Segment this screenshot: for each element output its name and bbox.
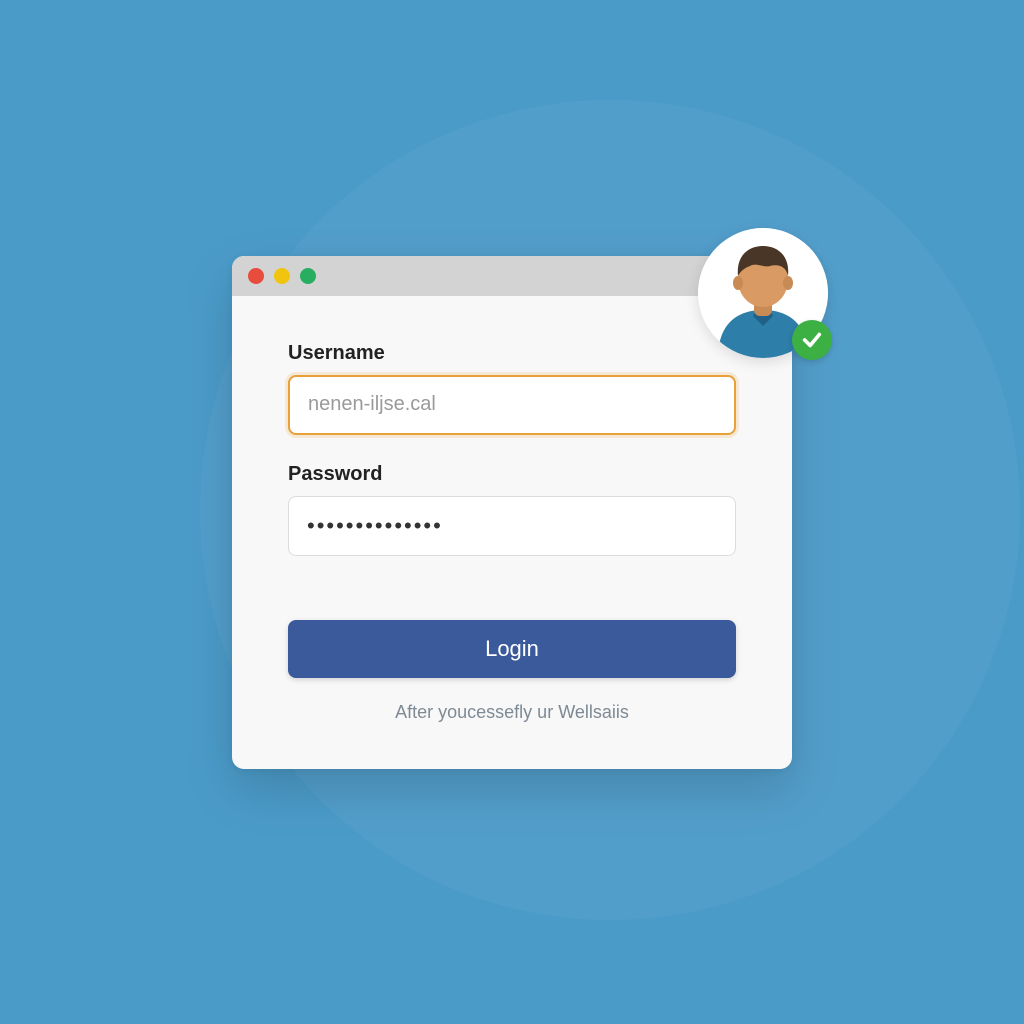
minimize-icon[interactable] [274,268,290,284]
password-field-group: Password •••••••••••••• [288,463,736,556]
maximize-icon[interactable] [300,268,316,284]
username-input[interactable] [288,375,736,435]
login-form: Username Password •••••••••••••• Login A… [232,296,792,769]
password-input[interactable]: •••••••••••••• [288,496,736,556]
username-label: Username [288,342,736,365]
footer-help-text: After youcessefly ur Wellsaiis [288,702,736,723]
login-window: Username Password •••••••••••••• Login A… [232,256,792,769]
avatar-container [698,228,828,358]
password-label: Password [288,463,736,486]
login-button[interactable]: Login [288,620,736,678]
close-icon[interactable] [248,268,264,284]
username-field-group: Username [288,342,736,435]
verified-check-icon [792,320,832,360]
